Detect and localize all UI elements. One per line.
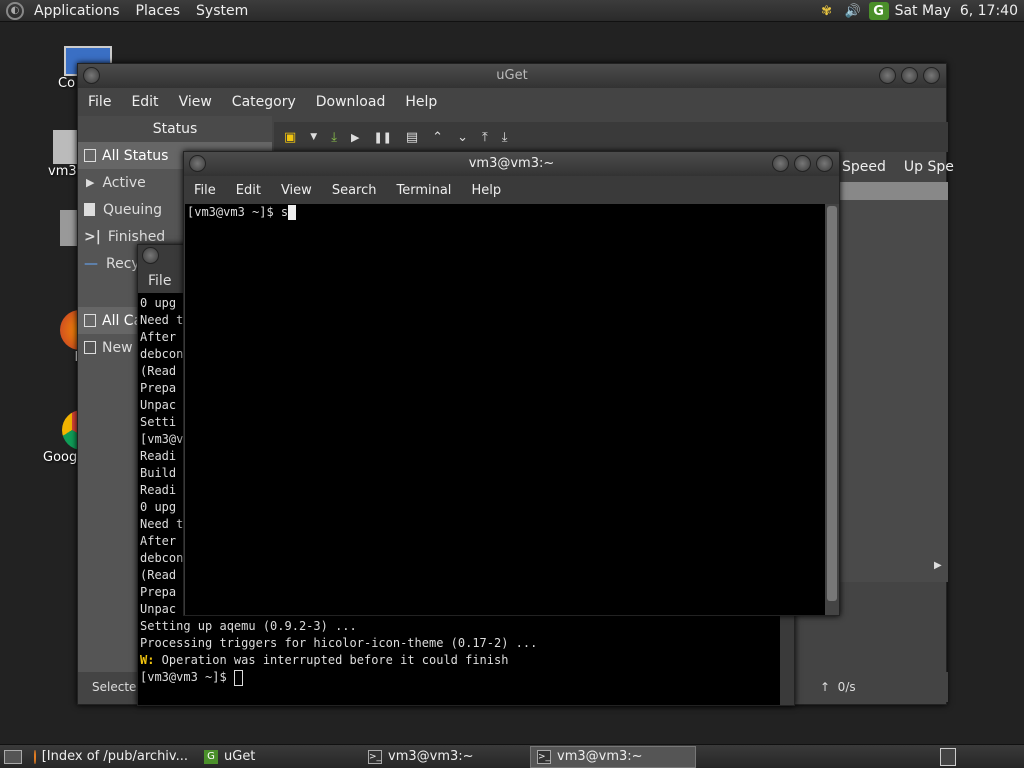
all-status-icon	[84, 149, 96, 162]
front-terminal-scrollbar[interactable]	[825, 204, 839, 615]
maximize-button[interactable]	[901, 67, 918, 84]
places-menu[interactable]: Places	[136, 3, 181, 19]
volume-icon[interactable]: 🔊	[843, 2, 863, 20]
firefox-icon	[34, 749, 36, 764]
move-bottom-icon[interactable]: ⤓	[502, 130, 508, 145]
column-headers: Speed Up Spe	[838, 154, 954, 180]
taskbar-task-terminal-2[interactable]: >_ vm3@vm3:~	[530, 745, 696, 768]
maximize-button[interactable]	[794, 155, 811, 172]
cursor	[233, 669, 243, 686]
top-panel: ◐ Applications Places System ✾ 🔊 G Sat M…	[0, 0, 1024, 22]
taskbar-task-uget[interactable]: G uGet	[198, 746, 358, 768]
window-menu-button[interactable]	[142, 247, 159, 264]
cursor	[288, 205, 297, 220]
front-terminal-titlebar[interactable]: vm3@vm3:~	[184, 152, 839, 176]
show-desktop-icon[interactable]	[4, 749, 22, 764]
terminal-line: W: Operation was interrupted before it c…	[140, 653, 509, 667]
uget-menu-view[interactable]: View	[169, 94, 222, 110]
trash-icon	[60, 210, 78, 246]
uget-icon: G	[204, 749, 218, 764]
clock[interactable]: Sat May 6, 17:40	[895, 3, 1018, 19]
trash-applet-icon[interactable]	[940, 747, 956, 766]
uget-menu-download[interactable]: Download	[306, 94, 396, 110]
terminal-menu-help[interactable]: Help	[461, 183, 511, 198]
play-icon[interactable]: ▶	[351, 131, 359, 144]
uget-menu-category[interactable]: Category	[222, 94, 306, 110]
applications-menu[interactable]: Applications	[34, 3, 120, 19]
uget-title: uGet	[496, 68, 528, 83]
col-up-speed[interactable]: Up Spe	[904, 159, 954, 175]
desktop-icon-chrome[interactable]: Googl	[40, 410, 82, 465]
move-up-icon[interactable]: ⌃	[432, 130, 443, 145]
dropdown-icon[interactable]: ▼	[310, 132, 317, 142]
distro-logo-icon[interactable]: ◐	[6, 1, 24, 20]
terminal-prompt-line: [vm3@vm3 ~]$ s	[187, 204, 825, 221]
window-menu-button[interactable]	[83, 67, 100, 84]
queue-icon	[84, 203, 95, 216]
close-button[interactable]	[816, 155, 833, 172]
uget-menubar: File Edit View Category Download Help	[78, 88, 946, 116]
terminal-menu-view[interactable]: View	[271, 183, 322, 198]
front-terminal-title: vm3@vm3:~	[468, 156, 555, 171]
minimize-button[interactable]	[879, 67, 896, 84]
system-tray: ✾ 🔊 G Sat May 6, 17:40	[817, 0, 1024, 22]
status-header[interactable]: Status	[78, 116, 272, 142]
bee-icon[interactable]: ✾	[817, 2, 837, 20]
front-terminal-output[interactable]: [vm3@vm3 ~]$ s	[185, 204, 827, 615]
scroll-right-icon[interactable]: ▶	[934, 560, 942, 571]
back-terminal-menu-file[interactable]: File	[148, 273, 171, 289]
uget-titlebar[interactable]: uGet	[78, 64, 946, 88]
minimize-button[interactable]	[772, 155, 789, 172]
move-down-icon[interactable]: ⌄	[457, 130, 468, 145]
uget-menu-file[interactable]: File	[78, 94, 121, 110]
move-top-icon[interactable]: ⤒	[482, 130, 488, 145]
window-menu-button[interactable]	[189, 155, 206, 172]
taskbar-task-browser[interactable]: [Index of /pub/archiv...	[28, 746, 194, 768]
play-icon: ▶	[86, 176, 95, 189]
warning-prefix: W:	[140, 653, 155, 667]
taskbar-task-terminal-1[interactable]: >_ vm3@vm3:~	[362, 746, 526, 768]
uget-toolbar: ▣ ▼ ⤓ ▶ ❚❚ ▤ ⌃ ⌄ ⤒ ⤓	[274, 122, 948, 152]
recycle-icon: —	[84, 255, 98, 272]
col-speed[interactable]: Speed	[842, 159, 886, 175]
terminal-line: Processing triggers for hicolor-icon-the…	[140, 636, 538, 650]
finished-icon: >|	[84, 228, 101, 245]
terminal-menu-search[interactable]: Search	[322, 183, 387, 198]
new-category-icon	[84, 341, 96, 354]
terminal-icon: >_	[368, 749, 382, 764]
front-terminal-window: vm3@vm3:~ File Edit View Search Terminal…	[183, 151, 840, 616]
terminal-menu-edit[interactable]: Edit	[226, 183, 271, 198]
system-menu[interactable]: System	[196, 3, 248, 19]
terminal-icon: >_	[537, 749, 551, 764]
category-icon	[84, 314, 96, 327]
pause-icon[interactable]: ❚❚	[373, 131, 391, 144]
scrollbar-thumb[interactable]	[827, 206, 837, 601]
uget-menu-edit[interactable]: Edit	[121, 94, 168, 110]
uget-menu-help[interactable]: Help	[395, 94, 447, 110]
new-download-icon[interactable]: ▣	[284, 130, 296, 145]
front-terminal-menubar: File Edit View Search Terminal Help	[184, 176, 839, 204]
download-icon[interactable]: ⤓	[331, 130, 337, 145]
statusbar-upload-speed: ↑ 0/s	[820, 680, 856, 694]
terminal-prompt-line: [vm3@vm3 ~]$	[140, 669, 778, 686]
close-button[interactable]	[923, 67, 940, 84]
terminal-menu-file[interactable]: File	[184, 183, 226, 198]
terminal-line: Setting up aqemu (0.9.2-3) ...	[140, 619, 357, 633]
properties-icon[interactable]: ▤	[406, 130, 418, 145]
uget-tray-icon[interactable]: G	[868, 2, 889, 20]
download-list	[838, 182, 948, 582]
terminal-menu-terminal[interactable]: Terminal	[386, 183, 461, 198]
bottom-panel: [Index of /pub/archiv... G uGet >_ vm3@v…	[0, 744, 1024, 768]
